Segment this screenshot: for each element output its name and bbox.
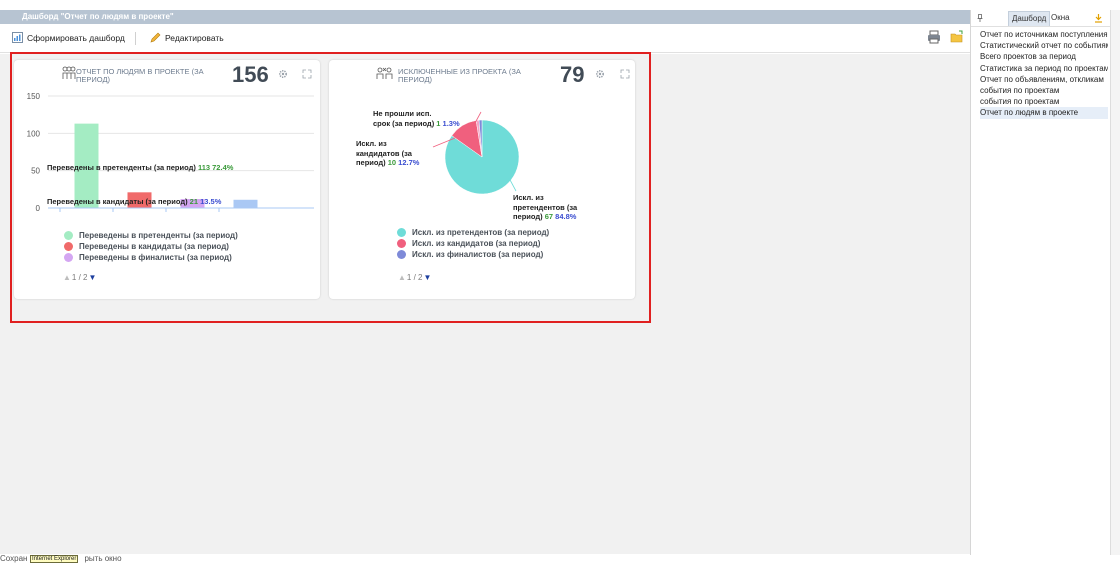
build-dashboard-button[interactable]: Сформировать дашборд <box>12 32 125 43</box>
open-folder-icon[interactable] <box>950 30 964 44</box>
dashboard-list: Отчет по источникам поступления Статисти… <box>971 27 1110 119</box>
pencil-icon <box>150 32 161 43</box>
side-panel: Дашборд Окна Отчет по источникам поступл… <box>970 10 1110 555</box>
list-item[interactable]: события по проектам <box>980 96 1108 107</box>
list-item[interactable]: Статистический отчет по событиям <box>980 40 1108 51</box>
dashboard-icon <box>12 32 23 43</box>
side-scroll-strip[interactable] <box>1110 10 1120 555</box>
list-item[interactable]: Всего проектов за период <box>980 51 1108 62</box>
print-icon[interactable] <box>927 30 941 44</box>
list-item[interactable]: Отчет по источникам поступления <box>980 29 1108 40</box>
tab-windows[interactable]: Окна <box>1048 11 1073 26</box>
download-icon[interactable] <box>1094 13 1103 23</box>
toolbar: Сформировать дашборд Редактировать <box>0 24 970 53</box>
build-dashboard-label: Сформировать дашборд <box>27 32 125 43</box>
list-item-selected[interactable]: Отчет по людям в проекте <box>980 107 1108 119</box>
highlight-frame <box>10 52 651 323</box>
side-panel-tabs: Дашборд Окна <box>971 10 1110 27</box>
ie-tooltip: Internet Explorer <box>30 555 79 563</box>
window-title: Дашборд "Отчет по людям в проекте" <box>0 10 970 24</box>
status-bar: Сохран рыть окно <box>0 555 1120 563</box>
tab-dashboard[interactable]: Дашборд <box>1008 11 1051 26</box>
list-item[interactable]: Статистика за период по проектам <box>980 63 1108 74</box>
status-text-after: рыть окно <box>84 554 122 563</box>
list-item[interactable]: Отчет по объявлениям, откликам <box>980 74 1108 85</box>
edit-label: Редактировать <box>165 32 224 43</box>
list-item[interactable]: события по проектам <box>980 85 1108 96</box>
edit-button[interactable]: Редактировать <box>150 32 224 43</box>
status-text-before: Сохран <box>0 554 28 563</box>
pin-icon[interactable] <box>977 14 983 22</box>
toolbar-divider <box>135 32 136 45</box>
